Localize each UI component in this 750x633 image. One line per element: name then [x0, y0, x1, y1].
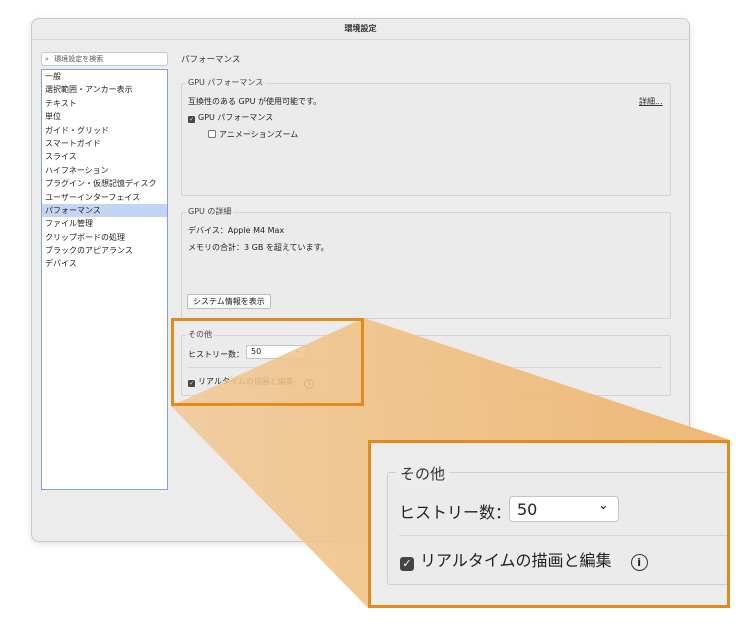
zoom-checkbox-checked-icon: ✓ — [400, 557, 414, 571]
zoom-info-icon[interactable]: i — [630, 554, 648, 571]
zoom-realtime-checkbox[interactable]: ✓ リアルタイムの描画と編集 i — [400, 547, 648, 571]
highlight-frame — [171, 318, 364, 406]
zoom-history-value: 50 — [517, 500, 538, 519]
zoom-realtime-label: リアルタイムの描画と編集 — [420, 551, 612, 570]
zoom-history-label: ヒストリー数： — [399, 503, 512, 522]
zoom-other-label: その他 — [396, 463, 450, 484]
zoom-history-select[interactable]: 50 ⌄ — [509, 496, 619, 522]
zoom-divider — [399, 535, 727, 536]
zoom-chevron-down-icon: ⌄ — [598, 498, 609, 513]
zoom-callout: その他 ヒストリー数： 50 ⌄ ✓ リアルタイムの描画と編集 i — [368, 440, 730, 608]
